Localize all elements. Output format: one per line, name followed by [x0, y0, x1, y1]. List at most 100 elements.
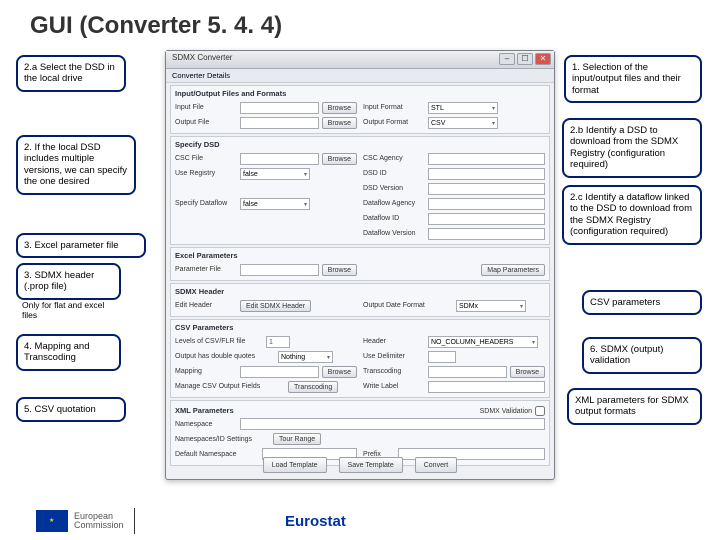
label-header: Header	[363, 338, 425, 345]
label-dsd-version: DSD Version	[363, 185, 425, 192]
label-parameter-file: Parameter File	[175, 266, 237, 273]
namespace-field[interactable]	[240, 418, 545, 430]
dsd-version-field[interactable]	[428, 183, 545, 195]
convert-button[interactable]: Convert	[415, 457, 458, 473]
title-rest: (Converter 5. 4. 4)	[73, 12, 282, 39]
csc-agency-field[interactable]	[428, 153, 545, 165]
levels-field[interactable]: 1	[266, 336, 290, 348]
output-date-format-select[interactable]: SDMx	[456, 300, 526, 312]
label-dataflow-version: Dataflow Version	[363, 230, 425, 237]
converter-window: SDMX Converter – ☐ ✕ Converter Details I…	[165, 50, 555, 480]
specify-dataflow-select[interactable]: false	[240, 198, 310, 210]
use-registry-select[interactable]: false	[240, 168, 310, 180]
callout-2a: 2.a Select the DSD in the local drive	[16, 55, 126, 92]
section-csv-params: CSV Parameters Levels of CSV/FLR file1 H…	[170, 319, 550, 398]
mapping-field[interactable]	[240, 366, 319, 378]
callout-2-versions: 2. If the local DSD includes multiple ve…	[16, 135, 136, 195]
label-manage-csv-output: Manage CSV Output Fields	[175, 383, 285, 390]
title-prefix: GUI	[30, 12, 73, 39]
dataflow-id-field[interactable]	[428, 213, 545, 225]
slide-title: GUI (Converter 5. 4. 4)	[30, 12, 282, 40]
browse-csc-button[interactable]: Browse	[322, 153, 357, 165]
dataflow-version-field[interactable]	[428, 228, 545, 240]
label-write-label: Write Label	[363, 383, 425, 390]
callout-4-mapping: 4. Mapping and Transcoding	[16, 334, 121, 371]
sdmx-validation-checkbox[interactable]	[535, 406, 545, 416]
label-input-file: Input File	[175, 104, 237, 111]
browse-input-button[interactable]: Browse	[322, 102, 357, 114]
tour-range-button[interactable]: Tour Range	[273, 433, 321, 445]
label-output-file: Output File	[175, 119, 237, 126]
output-file-field[interactable]	[240, 117, 319, 129]
doublequotes-select[interactable]: Nothing	[278, 351, 333, 363]
callout-3-excel: 3. Excel parameter file	[16, 233, 146, 258]
save-template-button[interactable]: Save Template	[339, 457, 403, 473]
callout-csv-params: CSV parameters	[582, 290, 702, 315]
section-io-title: Input/Output Files and Formats	[175, 89, 545, 98]
section-io: Input/Output Files and Formats Input Fil…	[170, 85, 550, 134]
section-dsd-title: Specify DSD	[175, 140, 545, 149]
callout-6-validation: 6. SDMX (output) validation	[582, 337, 702, 374]
output-format-select[interactable]: CSV	[428, 117, 498, 129]
browse-mapping-button[interactable]: Browse	[322, 366, 357, 378]
label-csc-file: CSC File	[175, 155, 237, 162]
ec-text: European Commission	[74, 512, 124, 531]
parameter-file-field[interactable]	[240, 264, 319, 276]
dsd-id-field[interactable]	[428, 168, 545, 180]
load-template-button[interactable]: Load Template	[263, 457, 327, 473]
tab-converter-details[interactable]: Converter Details	[166, 69, 554, 83]
label-dataflow-agency: Dataflow Agency	[363, 200, 425, 207]
delimiter-field[interactable]	[428, 351, 456, 363]
note-flat-excel: Only for flat and excel files	[22, 300, 112, 320]
dataflow-agency-field[interactable]	[428, 198, 545, 210]
label-output-doublequotes: Output has double quotes	[175, 353, 275, 360]
eu-flag-icon	[36, 510, 68, 532]
section-dsd: Specify DSD CSC File Browse CSC Agency Us…	[170, 136, 550, 245]
window-controls: – ☐ ✕	[499, 53, 551, 65]
section-xml-params: XML Parameters SDMX Validation Namespace…	[170, 400, 550, 466]
label-use-delimiter: Use Delimiter	[363, 353, 425, 360]
browse-output-button[interactable]: Browse	[322, 117, 357, 129]
label-input-format: Input Format	[363, 104, 425, 111]
window-title: SDMX Converter	[172, 53, 232, 62]
input-file-field[interactable]	[240, 102, 319, 114]
label-use-registry: Use Registry	[175, 170, 237, 177]
maximize-button[interactable]: ☐	[517, 53, 533, 65]
label-transcoding: Transcoding	[363, 368, 425, 375]
input-format-select[interactable]: STL	[428, 102, 498, 114]
section-sdmx-header: SDMX Header Edit HeaderEdit SDMX Header …	[170, 283, 550, 317]
label-edit-header: Edit Header	[175, 302, 237, 309]
section-excel-params: Excel Parameters Parameter File Browse Ma…	[170, 247, 550, 281]
header-select[interactable]: NO_COLUMN_HEADERS	[428, 336, 538, 348]
label-output-format: Output Format	[363, 119, 425, 126]
browse-transcoding-button[interactable]: Browse	[510, 366, 545, 378]
label-output-date-format: Output Date Format	[363, 302, 453, 309]
callout-xml-params: XML parameters for SDMX output formats	[567, 388, 702, 425]
callout-5-csv-quot: 5. CSV quotation	[16, 397, 126, 422]
callout-3-sdmx-header: 3. SDMX header (.prop file)	[16, 263, 121, 300]
transcoding-field[interactable]	[428, 366, 507, 378]
close-button[interactable]: ✕	[535, 53, 551, 65]
label-sdmx-validation: SDMX Validation	[480, 408, 532, 415]
ec-line2: Commission	[74, 521, 124, 530]
write-label-field[interactable]	[428, 381, 545, 393]
section-sdmx-header-title: SDMX Header	[175, 287, 545, 296]
transcoding-button[interactable]: Transcoding	[288, 381, 338, 393]
edit-sdmx-header-button[interactable]: Edit SDMX Header	[240, 300, 311, 312]
label-namespace: Namespace	[175, 421, 237, 428]
label-csc-agency: CSC Agency	[363, 155, 425, 162]
callout-2b: 2.b Identify a DSD to download from the …	[562, 118, 702, 178]
label-mapping: Mapping	[175, 368, 237, 375]
section-excel-title: Excel Parameters	[175, 251, 545, 260]
label-specify-dataflow: Specify Dataflow	[175, 200, 237, 207]
label-dataflow-id: Dataflow ID	[363, 215, 425, 222]
map-parameters-button[interactable]: Map Parameters	[481, 264, 545, 276]
label-namespace-settings: Namespaces/ID Settings	[175, 436, 270, 443]
csc-file-field[interactable]	[240, 153, 319, 165]
footer-buttons: Load Template Save Template Convert	[166, 457, 554, 473]
browse-param-button[interactable]: Browse	[322, 264, 357, 276]
minimize-button[interactable]: –	[499, 53, 515, 65]
callout-2c: 2.c Identify a dataflow linked to the DS…	[562, 185, 702, 245]
ec-logo-area: European Commission	[36, 508, 135, 534]
eurostat-label: Eurostat	[285, 513, 346, 530]
